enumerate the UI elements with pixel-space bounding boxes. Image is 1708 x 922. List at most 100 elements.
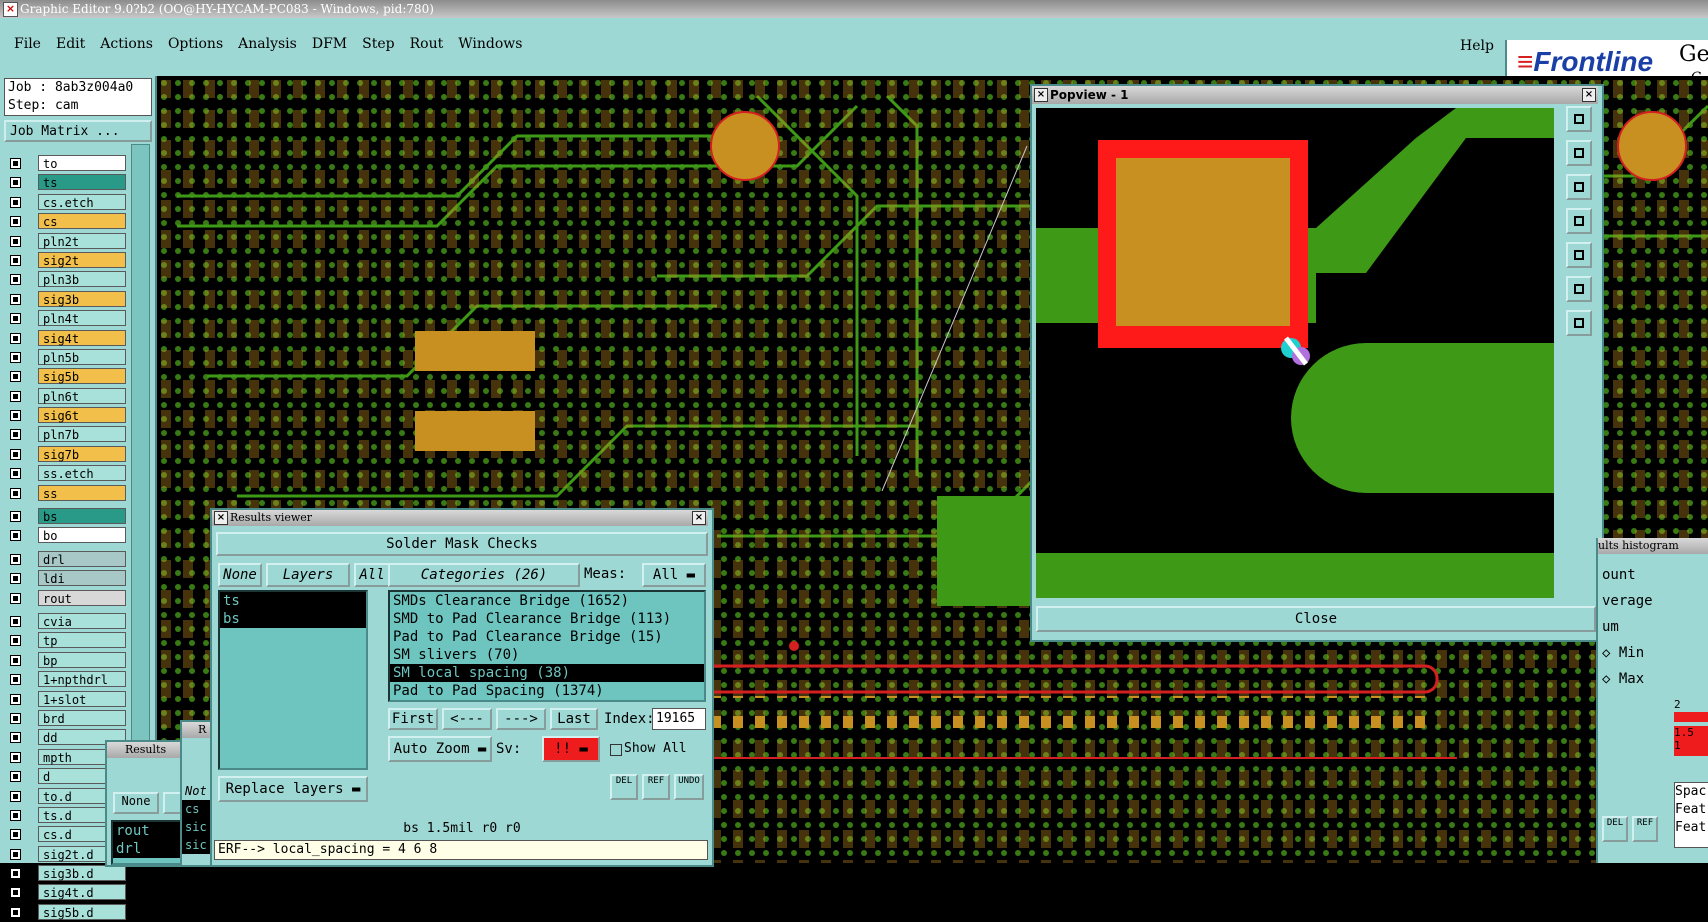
layer-row[interactable]: sig6t xyxy=(4,406,126,425)
menu-actions[interactable]: Actions xyxy=(100,36,153,52)
layer-name[interactable]: to xyxy=(38,155,126,171)
layer-checkbox[interactable] xyxy=(10,530,21,542)
popview-canvas[interactable] xyxy=(1036,108,1554,598)
layer-checkbox[interactable] xyxy=(10,751,21,763)
results-close-icon[interactable]: × xyxy=(692,511,706,525)
layer-name[interactable]: ss xyxy=(38,484,126,501)
layer-checkbox[interactable] xyxy=(10,553,21,565)
category-row[interactable]: SM slivers (70) xyxy=(390,646,704,664)
layer-row[interactable]: bo xyxy=(4,526,126,545)
menu-edit[interactable]: Edit xyxy=(56,36,85,52)
layer-checkbox[interactable] xyxy=(10,216,21,228)
layer-checkbox[interactable] xyxy=(10,235,21,247)
first-button[interactable]: First xyxy=(388,708,438,730)
layer-name[interactable]: drl xyxy=(38,550,126,567)
layer-row[interactable]: bs xyxy=(4,507,126,526)
layer-name[interactable]: sig6t xyxy=(38,407,126,424)
histogram-option[interactable]: um xyxy=(1598,614,1708,640)
layer-row[interactable]: sig4t xyxy=(4,329,126,348)
layer-checkbox[interactable] xyxy=(10,635,21,647)
menu-options[interactable]: Options xyxy=(168,36,223,52)
layer-name[interactable]: rout xyxy=(38,589,126,606)
layer-name[interactable]: bs xyxy=(38,508,126,525)
layer-checkbox[interactable] xyxy=(10,848,21,860)
layer-checkbox[interactable] xyxy=(10,712,21,724)
popview-close-button[interactable]: Close xyxy=(1036,606,1596,632)
layer-row[interactable]: 1+npthdrl xyxy=(4,670,126,689)
layer-name[interactable]: sig4t xyxy=(38,329,126,346)
layer-checkbox[interactable] xyxy=(10,468,21,480)
layer-checkbox[interactable] xyxy=(10,293,21,305)
layer-checkbox[interactable] xyxy=(10,196,21,208)
layer-row[interactable]: tp xyxy=(4,631,126,650)
layer-checkbox[interactable] xyxy=(10,254,21,266)
meas-select[interactable]: All ▬ xyxy=(642,563,706,587)
category-row[interactable]: Pad to Pad Clearance Bridge (15) xyxy=(390,628,704,646)
undo-icon[interactable]: UNDO xyxy=(674,774,704,800)
layer-name[interactable]: brd xyxy=(38,709,126,726)
layer-row[interactable]: cs xyxy=(4,212,126,231)
layer-checkbox[interactable] xyxy=(10,654,21,666)
layer-row[interactable]: pln6t xyxy=(4,387,126,406)
layer-name[interactable]: sig5b xyxy=(38,368,126,385)
layer-name[interactable]: 1+npthdrl xyxy=(38,671,126,688)
layer-checkbox[interactable] xyxy=(10,274,21,286)
layer-row[interactable]: brd xyxy=(4,709,126,728)
menu-windows[interactable]: Windows xyxy=(458,36,522,52)
layer-checkbox[interactable] xyxy=(10,371,21,383)
layer-row[interactable]: cs.etch xyxy=(4,193,126,212)
all-button[interactable]: All xyxy=(354,563,390,587)
category-list[interactable]: SMDs Clearance Bridge (1652) SMD to Pad C… xyxy=(388,590,706,702)
result-layer-row[interactable]: bs xyxy=(220,610,366,628)
pan-down-icon[interactable] xyxy=(1566,174,1592,200)
layer-checkbox[interactable] xyxy=(10,332,21,344)
severity-select[interactable]: !! ▬ xyxy=(542,736,600,762)
layer-name[interactable]: pln2t xyxy=(38,232,126,249)
layer-name[interactable]: sig3b xyxy=(38,290,126,307)
layer-name[interactable]: ss.etch xyxy=(38,465,126,482)
menu-rout[interactable]: Rout xyxy=(410,36,444,52)
layer-name[interactable]: tp xyxy=(38,632,126,649)
last-button[interactable]: Last xyxy=(550,708,598,730)
layer-row[interactable]: cvia xyxy=(4,612,126,631)
layer-checkbox[interactable] xyxy=(10,829,21,841)
category-row[interactable]: Pad to Pad Spacing (1374) xyxy=(390,682,704,700)
histogram-del-icon[interactable]: DEL xyxy=(1602,816,1628,842)
histogram-option[interactable]: ount xyxy=(1598,562,1708,588)
layer-row[interactable]: sig3b xyxy=(4,290,126,309)
layer-row[interactable]: sig7b xyxy=(4,445,126,464)
checks-header[interactable]: Solder Mask Checks xyxy=(216,532,708,556)
layer-row[interactable]: ss.etch xyxy=(4,464,126,483)
layer-row[interactable]: sig4t.d xyxy=(4,883,126,902)
pan-up-icon[interactable] xyxy=(1566,140,1592,166)
zoom-fit-icon[interactable] xyxy=(1566,106,1592,132)
layer-name[interactable]: bo xyxy=(38,527,126,544)
layer-checkbox[interactable] xyxy=(10,313,21,325)
layer-checkbox[interactable] xyxy=(10,809,21,821)
pan-left-icon[interactable] xyxy=(1566,208,1592,234)
popview-close-icon[interactable]: × xyxy=(1582,88,1596,102)
layer-name[interactable]: ts xyxy=(38,174,126,191)
layer-checkbox[interactable] xyxy=(10,177,21,189)
prev-button[interactable]: <--- xyxy=(442,708,492,730)
layer-name[interactable]: bp xyxy=(38,651,126,668)
layer-checkbox[interactable] xyxy=(10,887,21,899)
layer-name[interactable]: sig7b xyxy=(38,445,126,462)
layers-button[interactable]: Layers xyxy=(266,563,350,587)
replace-layers-select[interactable]: Replace layers ▬ xyxy=(218,776,368,802)
zoom-in-icon[interactable] xyxy=(1566,276,1592,302)
layer-row[interactable]: drl xyxy=(4,550,126,569)
layer-checkbox[interactable] xyxy=(10,410,21,422)
layer-row[interactable]: pln3b xyxy=(4,270,126,289)
show-all-checkbox[interactable] xyxy=(610,744,622,756)
zoom-select[interactable]: Auto Zoom ▬ xyxy=(388,736,492,762)
layer-checkbox[interactable] xyxy=(10,693,21,705)
menu-step[interactable]: Step xyxy=(362,36,394,52)
layer-row[interactable]: ldi xyxy=(4,569,126,588)
layer-row[interactable]: pln5b xyxy=(4,348,126,367)
menu-file[interactable]: File xyxy=(14,36,41,52)
layer-name[interactable]: pln5b xyxy=(38,348,126,365)
layer-checkbox[interactable] xyxy=(10,732,21,744)
del-icon[interactable]: DEL xyxy=(610,774,638,800)
histogram-min-option[interactable]: ◇ Min xyxy=(1598,640,1708,666)
